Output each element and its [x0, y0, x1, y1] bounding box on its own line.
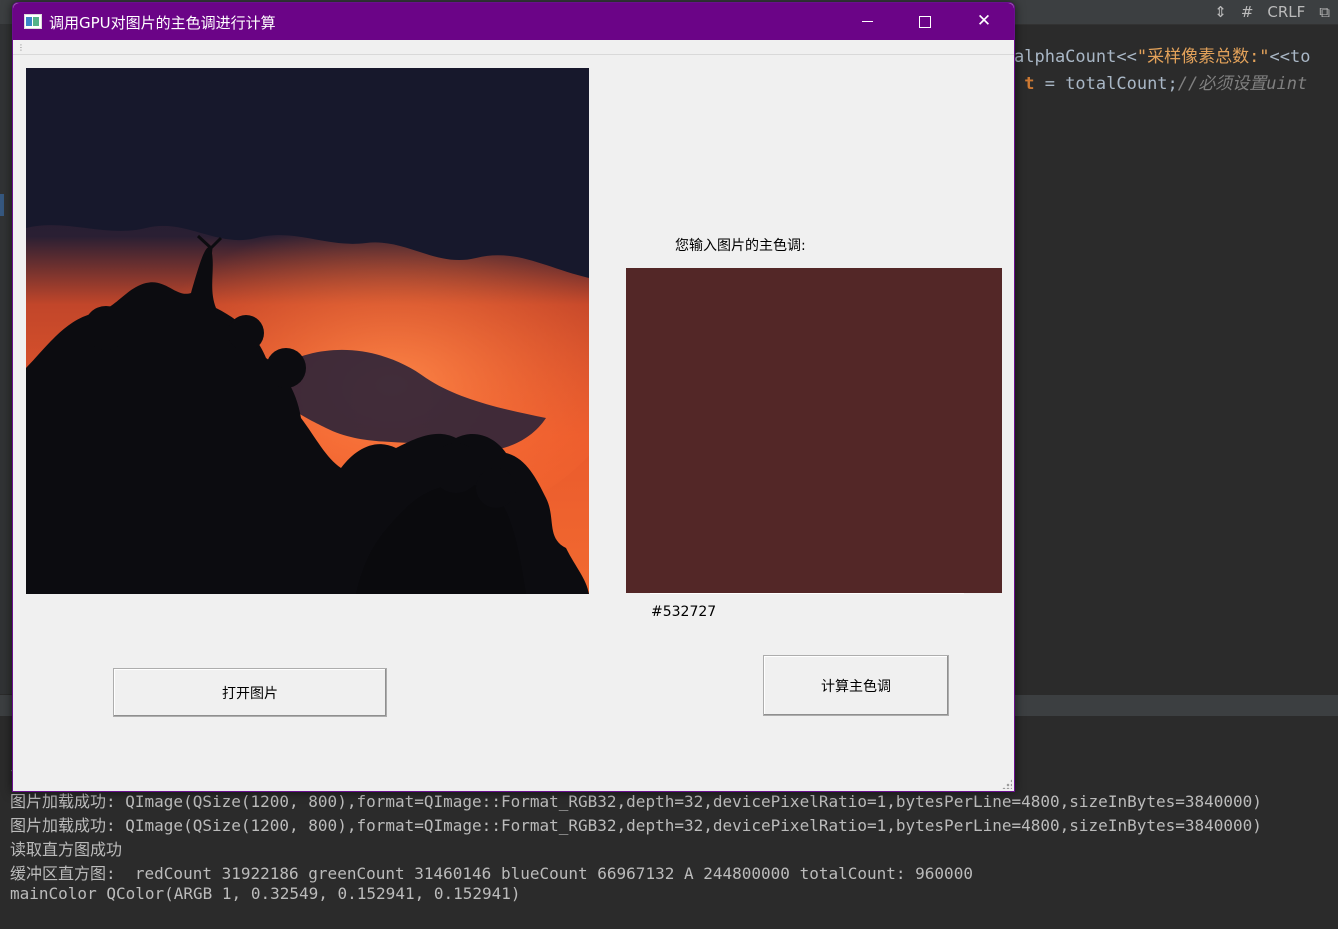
title-bar[interactable]: 调用GPU对图片的主色调进行计算 ✕: [13, 3, 1014, 40]
code-line: alphaCount<<"采样像素总数:"<<to: [1014, 44, 1338, 71]
console-line: 图片加载成功: QImage(QSize(1200, 800),format=Q…: [10, 816, 1262, 835]
code-token: t: [1014, 74, 1035, 94]
code-editor[interactable]: alphaCount<<"采样像素总数:"<<to t = totalCount…: [1014, 44, 1338, 694]
status-hash[interactable]: #: [1241, 3, 1254, 21]
resize-grip-icon[interactable]: [1002, 779, 1012, 789]
code-token: //必须设置uint: [1177, 74, 1308, 94]
app-icon: [24, 14, 42, 29]
gutter-marker: [0, 194, 4, 216]
code-line: t = totalCount;//必须设置uint: [1014, 71, 1338, 98]
console-line: 缓冲区直方图: redCount 31922186 greenCount 314…: [10, 864, 973, 883]
status-line-ending[interactable]: CRLF: [1267, 3, 1305, 21]
minimize-button[interactable]: [838, 3, 896, 40]
main-color-swatch: [626, 268, 1002, 593]
input-image: [26, 68, 589, 594]
maximize-button[interactable]: [896, 3, 954, 40]
console-line: mainColor QColor(ARGB 1, 0.32549, 0.1529…: [10, 884, 521, 903]
main-color-label: 您输入图片的主色调:: [675, 238, 806, 254]
swatch-divider: [650, 593, 964, 594]
code-token: "采样像素总数:": [1136, 47, 1270, 67]
ide-gutter: [0, 24, 12, 694]
menu-bar: ⋮: [13, 40, 1014, 55]
maximize-icon: [919, 15, 931, 28]
ide-status-bar: ⇕ # CRLF ⧉: [1214, 3, 1330, 21]
minimize-icon: [861, 21, 873, 22]
code-token: alphaCount<<: [1014, 47, 1137, 67]
calculate-main-color-button[interactable]: 计算主色调: [763, 655, 949, 716]
close-icon: ✕: [976, 11, 992, 31]
open-image-button[interactable]: 打开图片: [113, 668, 387, 717]
app-window: 调用GPU对图片的主色调进行计算 ✕ ⋮ 您输入图片的主色调: #532727 …: [12, 2, 1015, 792]
console-line: 读取直方图成功: [10, 840, 123, 859]
copy-icon[interactable]: ⧉: [1319, 3, 1330, 21]
menu-handle-icon: ⋮: [17, 43, 25, 52]
code-token: = totalCount;: [1034, 74, 1178, 94]
window-title: 调用GPU对图片的主色调进行计算: [49, 14, 276, 32]
close-button[interactable]: ✕: [955, 3, 1013, 40]
spinner-icon[interactable]: ⇕: [1214, 3, 1227, 21]
code-token: <<to: [1269, 47, 1311, 67]
main-color-hex: #532727: [651, 604, 717, 620]
